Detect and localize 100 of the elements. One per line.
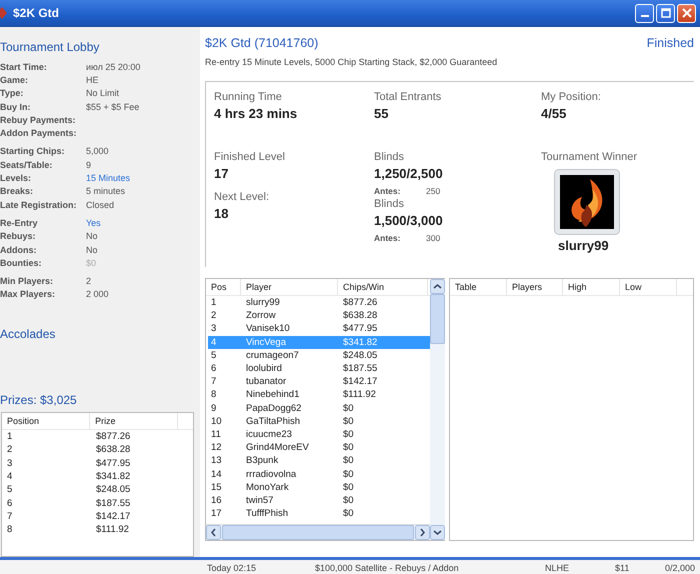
table-cell-text: $638.28: [95, 444, 132, 456]
table-cell-text: 3: [6, 458, 14, 469]
stat-value: 1,250/2,500: [374, 166, 444, 181]
detail-label: Max Players:: [0, 289, 56, 300]
player-row[interactable]: 7 tubanator $142.17: [208, 375, 430, 388]
column-header[interactable]: Table: [450, 279, 507, 295]
table-cell-text: 8: [6, 524, 14, 536]
table-cell-text: $187.55: [95, 498, 132, 509]
list-cell-text: $100,000 Satellite - Rebuys / Addon: [315, 562, 460, 572]
detail-value: No Limit: [86, 88, 120, 98]
detail-label: Addons:: [0, 244, 38, 254]
vertical-scrollbar[interactable]: [430, 279, 445, 540]
antes-value: 300: [426, 233, 440, 243]
detail-label: Rebuy Payments:: [0, 114, 77, 125]
table-cell-text: $877.26: [95, 431, 132, 442]
detail-label: Rebuys:: [0, 231, 37, 242]
detail-value: Closed: [86, 200, 114, 210]
player-row[interactable]: 6 loolubird $187.55: [208, 362, 430, 376]
column-header[interactable]: Low: [620, 279, 677, 295]
window-title: $2K Gtd: [13, 6, 60, 20]
player-row[interactable]: 16 twin57 $0: [208, 494, 430, 507]
player-row[interactable]: 11 icuucme23 $0: [208, 428, 430, 442]
scroll-up-icon[interactable]: [430, 279, 445, 294]
player-row[interactable]: 13 B3punk $0: [208, 454, 430, 468]
table-cell-text: $477.95: [95, 458, 132, 469]
detail-value: 9: [86, 160, 92, 170]
player-row[interactable]: 8 Ninebehind1 $111.92: [208, 388, 430, 402]
player-row[interactable]: 15 MonoYark $0: [208, 480, 430, 494]
detail-label: Late Registration:: [0, 200, 78, 210]
column-header[interactable]: Player: [241, 279, 338, 295]
stat-label: Running Time: [214, 91, 283, 103]
detail-value[interactable]: 15 Minutes: [86, 173, 130, 184]
stat-label: Finished Level: [214, 151, 286, 163]
stat-label: Next Level:: [214, 191, 270, 203]
table-cell-text: $142.17: [95, 510, 132, 522]
table-cell-text: $248.05: [95, 484, 132, 496]
table-cell-text: 5: [6, 484, 14, 496]
table-cell-text: 1: [6, 431, 14, 442]
close-button[interactable]: [677, 4, 696, 22]
player-row[interactable]: 5 crumageon7 $248.05: [208, 348, 430, 362]
horizontal-scrollbar[interactable]: [206, 524, 430, 540]
status-label: Finished: [646, 36, 694, 50]
list-cell: 0/2,000: [665, 562, 696, 572]
detail-label: Min Players:: [0, 276, 54, 286]
player-row[interactable]: 2 Zorrow $638.28: [208, 309, 430, 322]
detail-value: 5,000: [86, 146, 109, 156]
column-header[interactable]: Chips/Win: [338, 279, 428, 295]
minimize-button[interactable]: [635, 4, 654, 22]
column-header[interactable]: Position: [2, 413, 90, 430]
accolades-heading: Accolades: [0, 327, 56, 342]
player-row[interactable]: 3 Vanisek10 $477.95: [208, 322, 430, 336]
scroll-down-icon[interactable]: [430, 525, 445, 540]
diamond-icon: [0, 7, 7, 19]
player-row[interactable]: 9 PapaDogg62 $0: [208, 402, 430, 415]
maximize-button[interactable]: [656, 4, 675, 22]
player-row[interactable]: 17 TufffPhish $0: [208, 507, 430, 520]
scroll-left-icon[interactable]: [206, 525, 221, 540]
detail-label: Seats/Table:: [0, 160, 54, 170]
column-header[interactable]: Prize: [90, 413, 178, 430]
stat-value: 55: [374, 106, 390, 121]
maximize-icon: [660, 8, 670, 18]
stat-value: 4/55: [541, 106, 568, 121]
player-row[interactable]: 14 rrradiovolna $0: [208, 467, 430, 481]
table-cell-text: 6: [6, 498, 14, 509]
detail-value: No: [86, 231, 98, 242]
player-row[interactable]: 10 GaTiltaPhish $0: [208, 414, 430, 428]
detail-value: 2: [86, 276, 92, 286]
table-cell-text: 7: [6, 510, 14, 522]
list-cell-text: NLHE: [545, 562, 570, 572]
detail-label: Bounties:: [0, 258, 42, 268]
scroll-right-icon[interactable]: [415, 525, 430, 540]
detail-value: $55 + $5 Fee: [86, 102, 140, 112]
lobby-heading: Tournament Lobby: [0, 40, 100, 54]
player-row[interactable]: 12 Grind4MoreEV $0: [208, 441, 430, 454]
detail-label: Re-Entry: [0, 218, 39, 228]
table-cell-text: $111.92: [95, 524, 130, 536]
column-header[interactable]: Pos: [206, 279, 241, 295]
antes-label: Antes:: [374, 186, 402, 196]
detail-value: HE: [86, 74, 99, 85]
detail-value[interactable]: Yes: [86, 218, 101, 228]
stat-label: Blinds: [374, 198, 405, 210]
close-icon: [682, 8, 692, 18]
stat-label: Total Entrants: [374, 91, 442, 103]
detail-label: Type:: [0, 88, 24, 98]
player-row[interactable]: 1 slurry99 $877.26: [208, 296, 430, 310]
detail-value: 2 000: [86, 289, 109, 300]
scroll-thumb[interactable]: [430, 294, 445, 344]
list-cell-text: $11: [615, 562, 630, 572]
detail-value: июл 25 20:00: [86, 62, 140, 72]
detail-label: Addon Payments:: [0, 128, 78, 138]
scroll-thumb[interactable]: [222, 525, 414, 540]
column-header[interactable]: Players: [507, 279, 563, 295]
stat-label: Blinds: [374, 151, 405, 163]
tournament-description: Re-entry 15 Minute Levels, 5000 Chip Starting Stack, $2,000 Guaranteed: [205, 57, 498, 67]
detail-label: Breaks:: [0, 186, 34, 196]
detail-value: No: [86, 244, 98, 254]
stat-value: 17: [214, 166, 230, 181]
table-cell-text: 2: [6, 444, 14, 456]
detail-label: Start Time:: [0, 62, 48, 72]
column-header[interactable]: High: [563, 279, 620, 295]
